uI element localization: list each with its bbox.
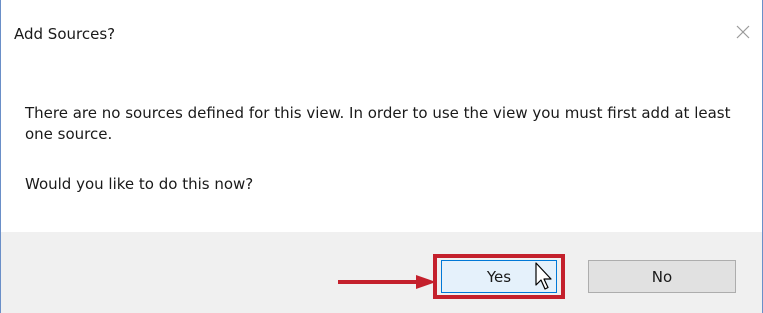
right-arrow-icon — [338, 275, 436, 289]
dialog-message: There are no sources defined for this vi… — [25, 104, 731, 143]
close-icon — [736, 25, 750, 39]
title-bar: Add Sources? — [1, 0, 762, 62]
dialog-title: Add Sources? — [14, 25, 116, 43]
mouse-cursor-icon — [535, 262, 552, 290]
no-button[interactable]: No — [588, 260, 736, 293]
close-button[interactable] — [730, 19, 756, 45]
dialog-question: Would you like to do this now? — [25, 175, 254, 193]
dialog-content: There are no sources defined for this vi… — [1, 62, 762, 230]
